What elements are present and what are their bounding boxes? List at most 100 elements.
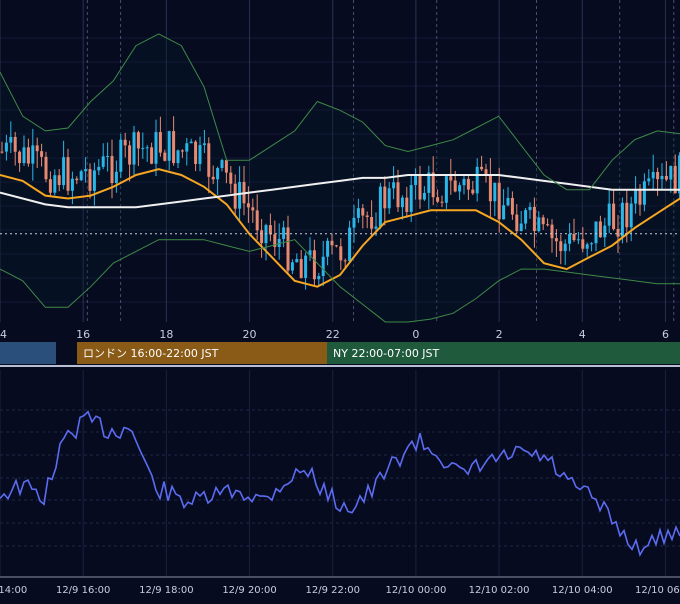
candle-body: [313, 250, 316, 279]
candle-body: [573, 234, 576, 240]
candle-body: [102, 156, 105, 167]
candle-body: [608, 204, 611, 226]
candle-body: [9, 137, 12, 143]
candle-body: [361, 208, 364, 215]
oscillator-x-label: 12/9 18:00: [139, 585, 193, 596]
candle-body: [454, 180, 457, 191]
candle-body: [269, 225, 272, 234]
candle-body: [599, 221, 602, 237]
candle-body: [471, 190, 474, 194]
candle-body: [423, 193, 426, 200]
candle-body: [507, 198, 510, 205]
candle-body: [656, 172, 659, 179]
candle-body: [146, 147, 149, 148]
candle-body: [62, 157, 65, 185]
candle-body: [111, 156, 114, 183]
candle-body: [93, 170, 96, 190]
candle-body: [27, 147, 30, 163]
candle-body: [458, 185, 461, 191]
candle-body: [630, 204, 633, 228]
candle-body: [84, 169, 87, 171]
candle-body: [317, 276, 320, 279]
candle-body: [194, 142, 197, 164]
candle-body: [159, 132, 162, 153]
candle-body: [586, 244, 589, 248]
candle-body: [335, 245, 338, 246]
candle-body: [80, 171, 83, 180]
candle-body: [489, 175, 492, 201]
candle-body: [133, 132, 136, 164]
candle-body: [177, 150, 180, 163]
oscillator-x-label: 12/10 04:00: [552, 585, 613, 596]
candle-body: [199, 145, 202, 164]
x-tick-label: 22: [326, 328, 340, 341]
candle-body: [669, 166, 672, 180]
chart-window: 14161820220246 ロンドン 16:00-22:00 JSTNY 22…: [0, 0, 680, 600]
candle-body: [256, 210, 259, 230]
candle-body: [229, 173, 232, 184]
candle-body: [410, 185, 413, 212]
candle-body: [89, 169, 92, 191]
candle-body: [304, 256, 307, 278]
candle-body: [225, 160, 228, 173]
candle-body: [168, 131, 171, 161]
candle-body: [300, 259, 303, 278]
candle-body: [115, 172, 118, 183]
candle-body: [58, 175, 61, 185]
x-tick-label: 20: [243, 328, 257, 341]
candle-body: [14, 137, 17, 152]
candle-body: [511, 198, 514, 215]
candle-body: [353, 218, 356, 228]
candle-body: [537, 217, 540, 231]
x-tick-label: 16: [76, 328, 90, 341]
candle-body: [221, 160, 224, 168]
x-tick-label: 2: [496, 328, 503, 341]
candle-body: [661, 176, 664, 179]
candle-body: [568, 234, 571, 244]
candle-body: [326, 241, 329, 257]
candle-body: [392, 182, 395, 188]
candle-body: [634, 190, 637, 203]
candle-body: [652, 172, 655, 178]
candle-body: [463, 179, 466, 185]
candle-body: [190, 142, 193, 144]
candle-body: [97, 167, 100, 171]
candle-body: [498, 183, 501, 219]
candle-body: [590, 243, 593, 244]
candle-body: [555, 238, 558, 241]
candle-body: [247, 203, 250, 207]
candle-body: [67, 157, 70, 191]
candle-body: [124, 140, 127, 146]
candle-body: [282, 227, 285, 239]
candle-body: [388, 188, 391, 208]
candle-body: [357, 208, 360, 218]
candle-body: [383, 187, 386, 209]
candle-body: [216, 168, 219, 179]
candle-body: [603, 226, 606, 238]
candle-body: [625, 203, 628, 227]
candle-body: [260, 230, 263, 243]
candle-body: [75, 179, 78, 180]
candle-body: [366, 216, 369, 217]
candle-body: [493, 183, 496, 201]
candle-body: [643, 181, 646, 204]
candle-body: [251, 207, 254, 210]
candle-body: [137, 132, 140, 148]
chart-svg: 14161820220246 ロンドン 16:00-22:00 JSTNY 22…: [0, 0, 680, 600]
candle-body: [432, 172, 435, 197]
candle-body: [559, 241, 562, 251]
candle-body: [348, 228, 351, 262]
candle-body: [141, 148, 144, 149]
candle-body: [212, 177, 215, 180]
candle-body: [445, 176, 448, 203]
candle-body: [18, 152, 21, 163]
candle-body: [379, 187, 382, 227]
candle-body: [524, 210, 527, 223]
candle-body: [40, 151, 43, 157]
candle-body: [529, 207, 532, 210]
candle-body: [203, 143, 206, 145]
candle-body: [322, 257, 325, 276]
session-segment: [0, 342, 56, 364]
candle-body: [119, 140, 122, 172]
candle-body: [23, 147, 26, 163]
